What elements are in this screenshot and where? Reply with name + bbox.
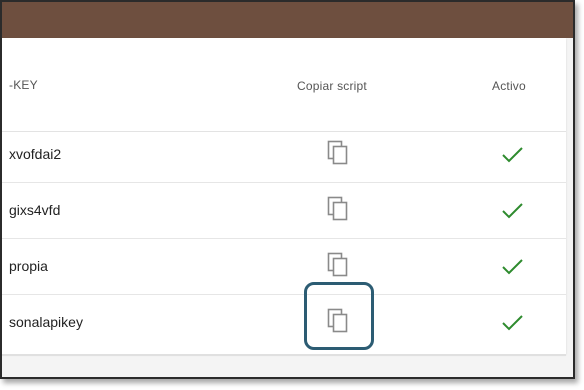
copy-icon [327, 252, 348, 277]
table-row: propia [2, 238, 566, 295]
api-key-cell: xvofdai2 [9, 146, 62, 162]
table-row: xvofdai2 [2, 126, 566, 183]
active-status [500, 312, 526, 334]
api-key-cell: propia [9, 258, 48, 274]
table-bottom-divider [2, 354, 566, 356]
highlight-box [304, 282, 374, 350]
column-header-copy-script: Copiar script [297, 79, 367, 93]
copy-icon [327, 140, 348, 165]
check-icon [502, 315, 523, 331]
copy-icon [327, 196, 348, 221]
table-row: gixs4vfd [2, 182, 566, 239]
column-header-key: -KEY [9, 78, 38, 92]
copy-script-button[interactable] [324, 140, 354, 168]
check-icon [502, 203, 523, 219]
api-keys-table: -KEY Copiar script Activo xvofdai2 gixs4… [2, 38, 566, 354]
screenshot-frame: -KEY Copiar script Activo xvofdai2 gixs4… [0, 0, 575, 379]
api-key-cell: sonalapikey [9, 314, 83, 330]
top-bar [2, 2, 573, 38]
active-status [500, 200, 526, 222]
active-status [500, 256, 526, 278]
check-icon [502, 259, 523, 275]
api-key-cell: gixs4vfd [9, 202, 61, 218]
copy-script-button[interactable] [324, 196, 354, 224]
active-status [500, 144, 526, 166]
table-row: sonalapikey [2, 294, 566, 350]
copy-script-button[interactable] [324, 252, 354, 280]
table-header-row: -KEY Copiar script Activo [2, 38, 566, 132]
check-icon [502, 147, 523, 163]
column-header-active: Activo [492, 79, 526, 93]
